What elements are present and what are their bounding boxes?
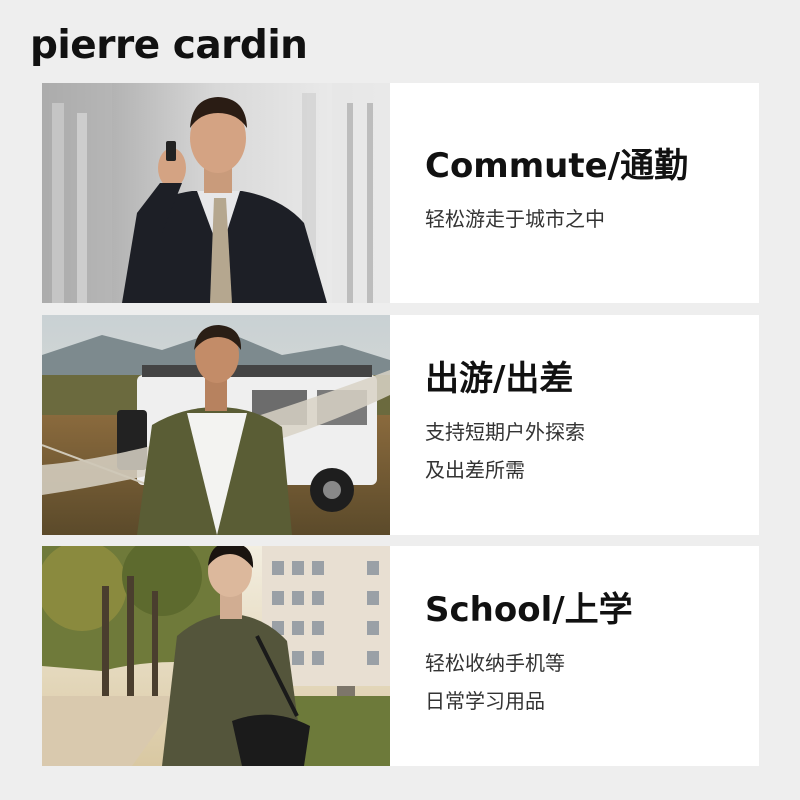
feature-card-travel: 出游/出差 支持短期户外探索 及出差所需 [42,315,759,535]
feature-title: Commute/通勤 [425,146,689,187]
campus-student-photo [42,546,390,766]
feature-title: 出游/出差 [425,359,574,400]
brand-logo: pierre cardin [30,23,308,68]
feature-description: 支持短期户外探索 及出差所需 [425,413,759,489]
feature-text-school: School/上学 轻松收纳手机等 日常学习用品 [390,546,759,766]
outdoor-jeep-photo [42,315,390,535]
feature-card-school: School/上学 轻松收纳手机等 日常学习用品 [42,546,759,766]
feature-text-travel: 出游/出差 支持短期户外探索 及出差所需 [390,315,759,535]
feature-description: 轻松收纳手机等 日常学习用品 [425,644,759,720]
feature-description-line: 支持短期户外探索 [425,419,585,444]
feature-description-line: 轻松游走于城市之中 [425,206,605,231]
businessman-phone-photo [42,83,390,303]
feature-card-commute: Commute/通勤 轻松游走于城市之中 [42,83,759,303]
feature-description: 轻松游走于城市之中 [425,200,759,238]
feature-text-commute: Commute/通勤 轻松游走于城市之中 [390,83,759,303]
feature-title: School/上学 [425,590,633,631]
feature-description-line: 及出差所需 [425,457,525,482]
feature-description-line: 轻松收纳手机等 [425,650,565,675]
feature-description-line: 日常学习用品 [425,688,545,713]
